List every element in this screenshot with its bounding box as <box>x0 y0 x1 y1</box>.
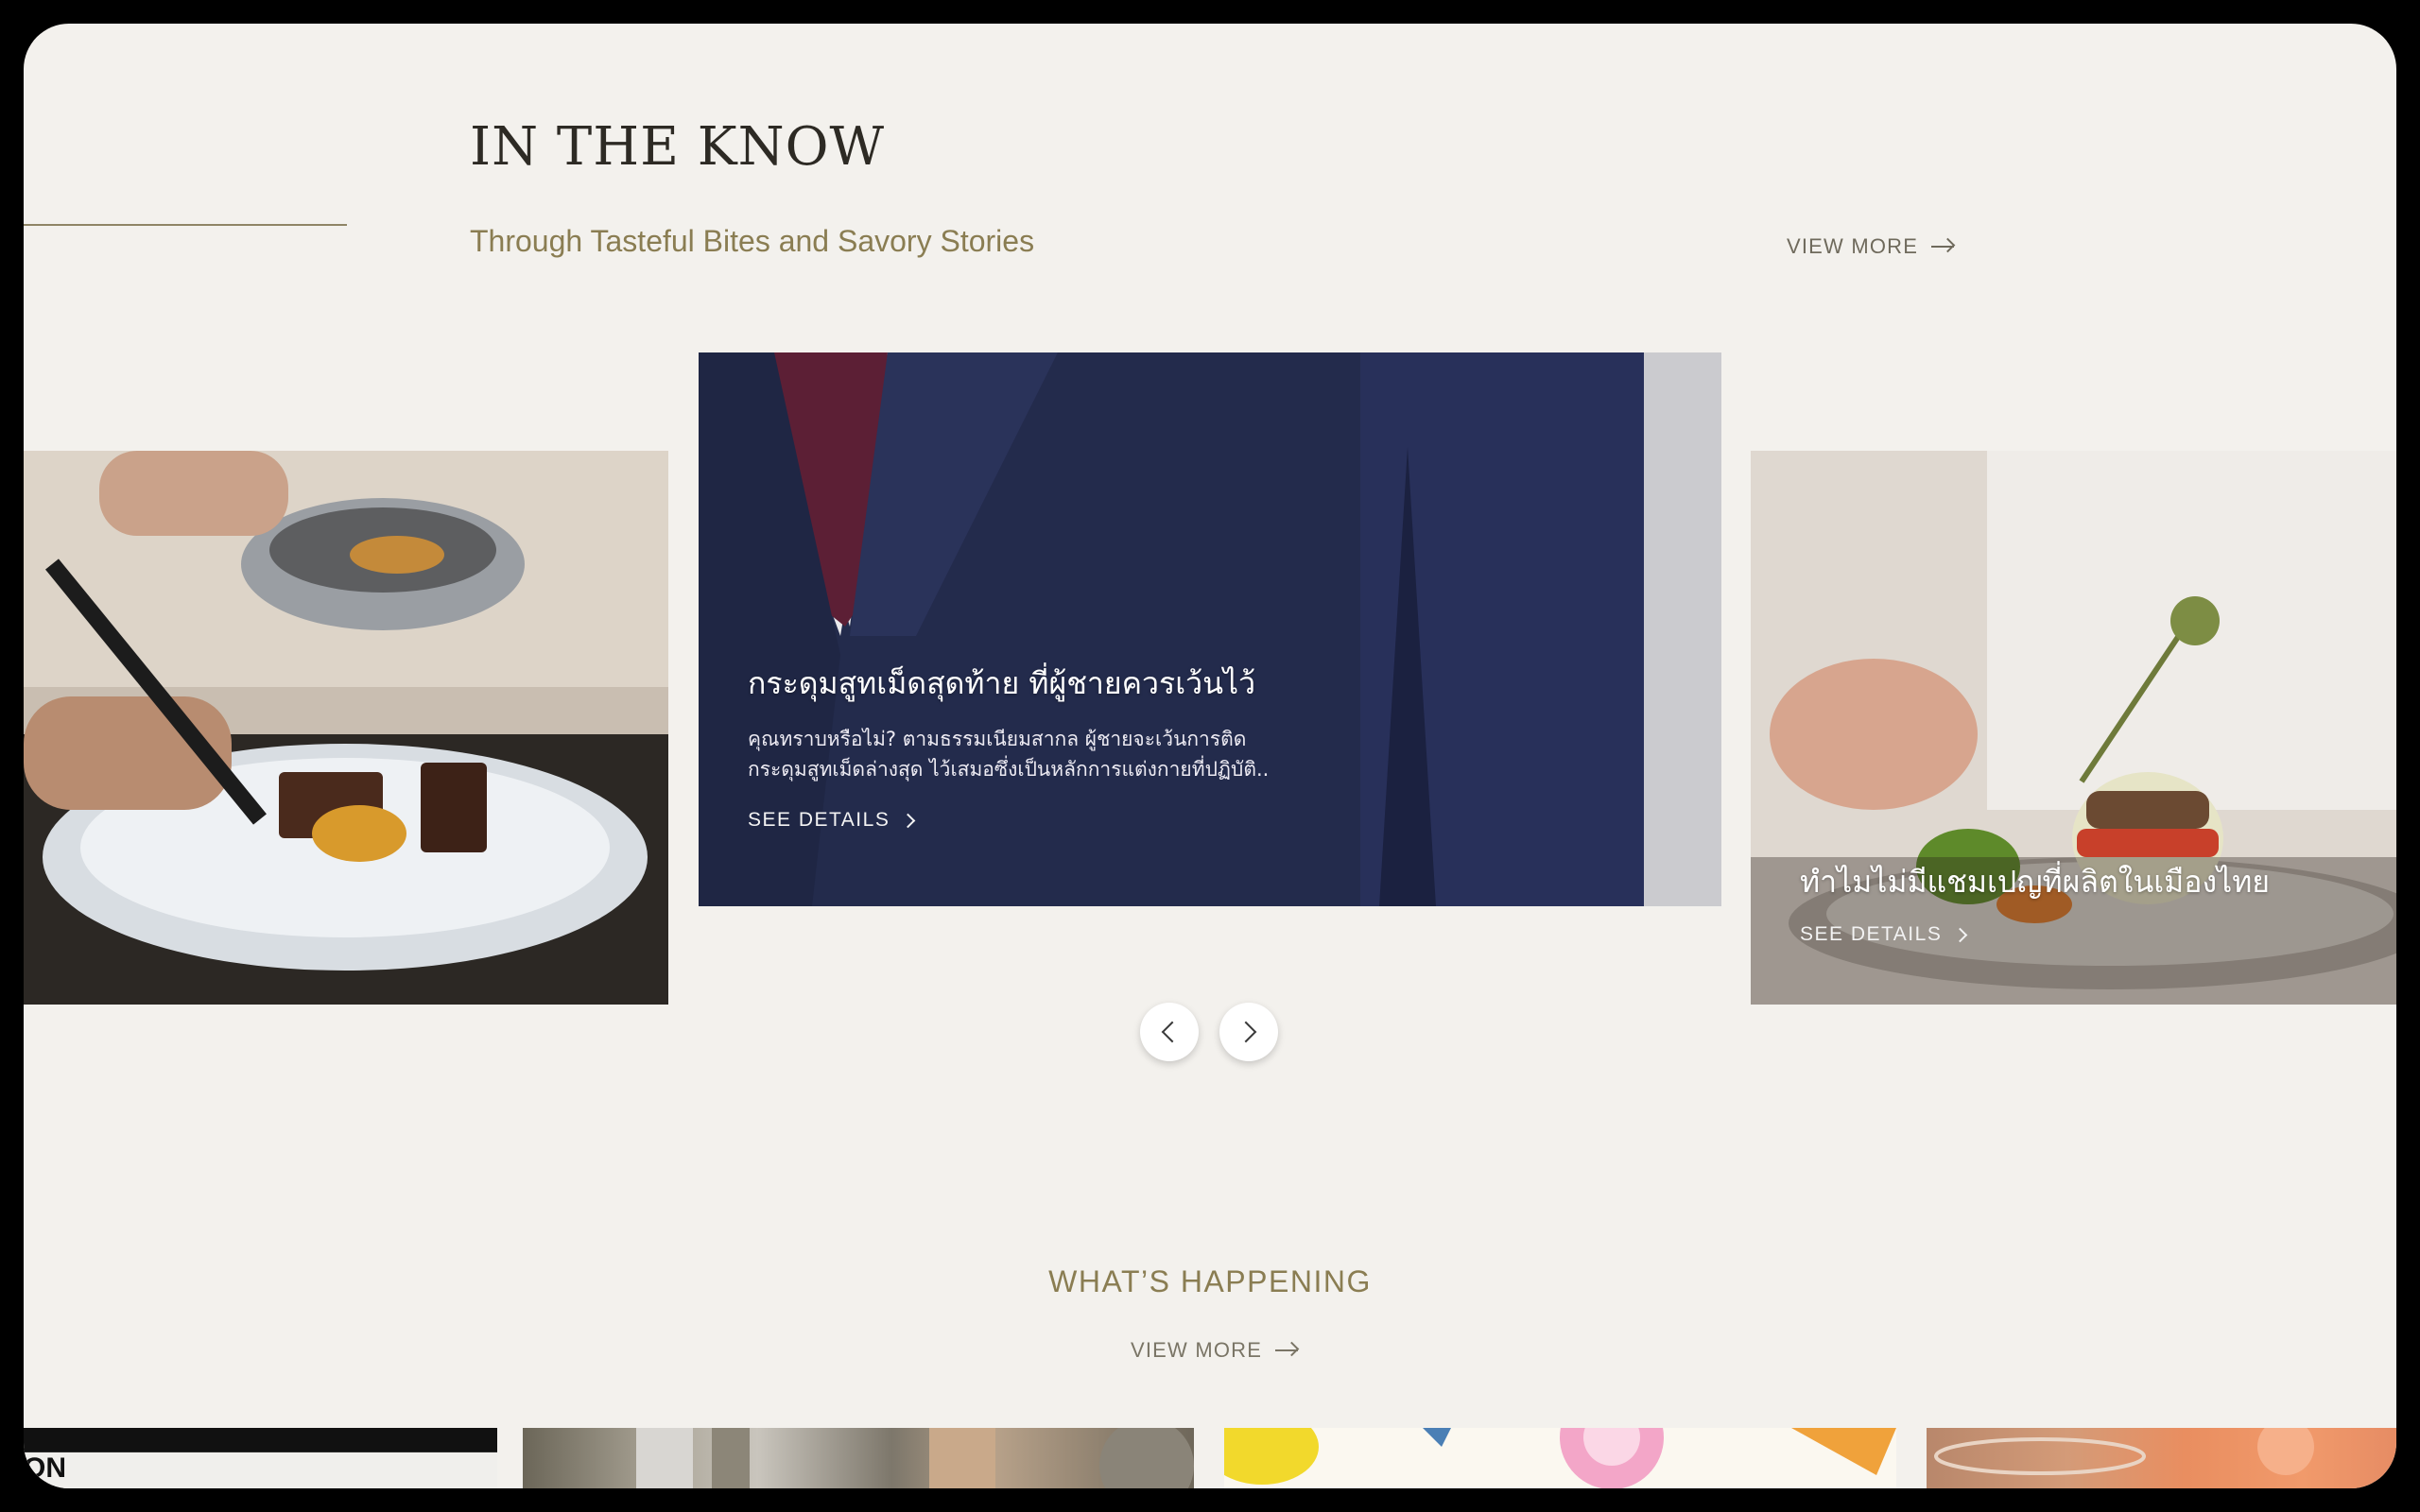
event-thumbnail[interactable] <box>1224 1428 1896 1488</box>
carousel-next-button[interactable] <box>1219 1003 1278 1061</box>
chef-plating-dessert-image <box>24 451 668 1005</box>
event-thumbnail[interactable] <box>1927 1428 2396 1488</box>
see-details-label: SEE DETAILS <box>1800 923 1943 945</box>
in-the-know-title: IN THE KNOW <box>470 116 886 178</box>
event-thumbnail-2-image <box>636 1428 1194 1488</box>
center-card-title: กระดุมสูทเม็ดสุดท้าย ที่ผู้ชายควรเว้นไว้ <box>748 665 1256 701</box>
event-thumbnail[interactable] <box>523 1428 1194 1488</box>
section-divider-line <box>24 224 347 226</box>
in-the-know-view-more-link[interactable]: VIEW MORE <box>1787 234 1955 259</box>
center-card-see-details-link[interactable]: SEE DETAILS <box>748 809 916 832</box>
event-thumbnail-4-image <box>1934 1428 2314 1475</box>
right-card-see-details-link[interactable]: SEE DETAILS <box>1800 923 1968 946</box>
right-card-content: ทำไมไม่มีแชมเปญที่ผลิตในเมืองไทย SEE DET… <box>1800 863 2367 946</box>
whats-happening-view-more-link[interactable]: VIEW MORE <box>1131 1338 1299 1363</box>
center-card-content: กระดุมสูทเม็ดสุดท้าย ที่ผู้ชายควรเว้นไว้… <box>748 664 1409 832</box>
chevron-right-icon <box>1235 1021 1257 1043</box>
carousel-card-center[interactable]: กระดุมสูทเม็ดสุดท้าย ที่ผู้ชายควรเว้นไว้… <box>699 352 1721 906</box>
carousel-card-right[interactable]: ทำไมไม่มีแชมเปญที่ผลิตในเมืองไทย SEE DET… <box>1751 451 2396 1005</box>
chevron-right-icon <box>901 813 916 828</box>
see-details-label: SEE DETAILS <box>748 809 890 831</box>
in-the-know-subtitle: Through Tasteful Bites and Savory Storie… <box>470 224 1035 258</box>
right-card-title: ทำไมไม่มีแชมเปญที่ผลิตในเมืองไทย <box>1800 864 2271 900</box>
page-screen: IN THE KNOW Through Tasteful Bites and S… <box>24 24 2396 1488</box>
view-more-label: VIEW MORE <box>1787 234 1919 258</box>
view-more-label: VIEW MORE <box>1131 1338 1263 1362</box>
arrow-right-icon <box>1931 246 1955 248</box>
event-thumbnail-3-image <box>1224 1428 1896 1488</box>
whats-happening-title: WHAT’S HAPPENING <box>1048 1264 1372 1298</box>
chevron-right-icon <box>1953 927 1968 942</box>
chevron-left-icon <box>1161 1021 1184 1043</box>
thumbnail-text: ON <box>24 1452 66 1484</box>
carousel-card-left[interactable] <box>24 451 668 1005</box>
arrow-right-icon <box>1275 1349 1299 1351</box>
center-card-description: คุณทราบหรือไม่? ตามธรรมเนียมสากล ผู้ชายจ… <box>748 728 1270 781</box>
carousel-prev-button[interactable] <box>1140 1003 1199 1061</box>
event-thumbnail[interactable]: ON <box>24 1428 497 1488</box>
